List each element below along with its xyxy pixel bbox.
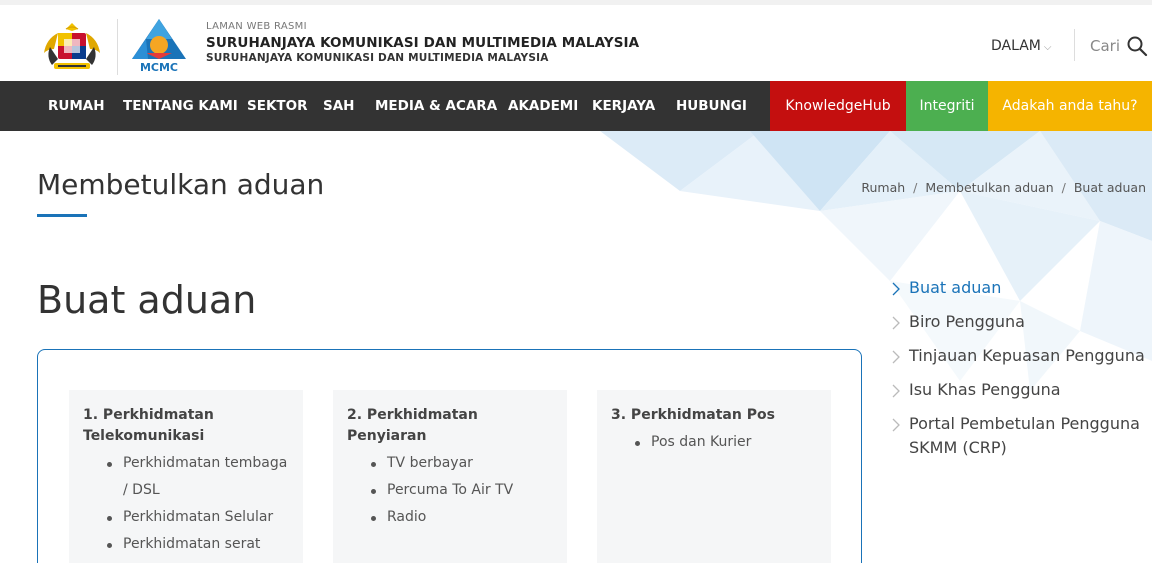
main-nav: RUMAH TENTANG KAMI SEKTOR SAH MEDIA & AC… — [0, 81, 1152, 131]
service-list: Perkhidmatan tembaga / DSL Perkhidmatan … — [83, 450, 289, 558]
side-nav-item-portal-crp[interactable]: Portal Pembetulan Pengguna SKMM (CRP) — [888, 412, 1152, 460]
list-item[interactable]: Pos dan Kurier — [611, 429, 817, 456]
site-header: MCMC LAMAN WEB RASMI SURUHANJAYA KOMUNIK… — [0, 0, 1152, 81]
services-card: 1. Perkhidmatan Telekomunikasi Perkhidma… — [37, 349, 862, 563]
nav-item-rumah[interactable]: RUMAH — [48, 81, 105, 131]
service-title: 2. Perkhidmatan Penyiaran — [347, 407, 478, 444]
list-item[interactable]: Perkhidmatan tembaga / DSL — [83, 450, 289, 504]
list-item[interactable]: Perkhidmatan Selular — [83, 504, 289, 531]
breadcrumb: Rumah / Membetulkan aduan / Buat aduan — [861, 180, 1146, 195]
service-column-telekomunikasi: 1. Perkhidmatan Telekomunikasi Perkhidma… — [69, 390, 303, 563]
language-label: DALAM — [991, 38, 1041, 54]
mcmc-logo[interactable]: MCMC — [126, 17, 192, 73]
breadcrumb-separator: / — [913, 180, 918, 195]
side-nav-label: Biro Pengguna — [909, 312, 1025, 331]
mcmc-logo-text: MCMC — [140, 61, 178, 73]
breadcrumb-current: Buat aduan — [1073, 180, 1146, 195]
nav-item-kerjaya[interactable]: KERJAYA — [592, 81, 655, 131]
side-nav-label: Buat aduan — [909, 278, 1002, 297]
malaysia-crest-icon[interactable] — [36, 19, 108, 75]
list-item[interactable]: TV berbayar — [347, 450, 553, 477]
side-nav-item-tinjauan-kepuasan-pengguna[interactable]: Tinjauan Kepuasan Pengguna — [888, 344, 1152, 368]
chevron-right-icon — [892, 350, 900, 364]
nav-item-sektor[interactable]: SEKTOR — [247, 81, 308, 131]
header-divider — [117, 19, 118, 75]
section-title: Buat aduan — [37, 278, 257, 322]
breadcrumb-separator: / — [1061, 180, 1066, 195]
service-list: TV berbayar Percuma To Air TV Radio — [347, 450, 553, 531]
nav-adakah-anda-tahu-button[interactable]: Adakah anda tahu? — [988, 81, 1152, 131]
nav-item-media-acara[interactable]: MEDIA & ACARA — [375, 81, 497, 131]
side-nav-label: Isu Khas Pengguna — [909, 380, 1061, 399]
service-column-pos: 3. Perkhidmatan Pos Pos dan Kurier — [597, 390, 831, 563]
nav-item-sah[interactable]: SAH — [323, 81, 354, 131]
page-title: Membetulkan aduan — [37, 168, 325, 201]
side-nav-label: Portal Pembetulan Pengguna SKMM (CRP) — [909, 414, 1140, 457]
service-list: Pos dan Kurier — [611, 429, 817, 456]
nav-item-akademi[interactable]: AKADEMI — [508, 81, 578, 131]
official-site-label: LAMAN WEB RASMI — [206, 21, 307, 32]
service-column-penyiaran: 2. Perkhidmatan Penyiaran TV berbayar Pe… — [333, 390, 567, 563]
search-label[interactable]: Cari — [1090, 37, 1120, 55]
breadcrumb-link-membetulkan-aduan[interactable]: Membetulkan aduan — [925, 180, 1053, 195]
nav-item-hubungi[interactable]: HUBUNGI — [676, 81, 747, 131]
language-selector[interactable]: DALAM ⌵ — [991, 38, 1051, 54]
chevron-right-icon — [892, 384, 900, 398]
side-nav-item-isu-khas-pengguna[interactable]: Isu Khas Pengguna — [888, 378, 1152, 402]
side-nav-item-biro-pengguna[interactable]: Biro Pengguna — [888, 310, 1152, 334]
chevron-right-icon — [892, 316, 900, 330]
chevron-down-icon: ⌵ — [1043, 42, 1052, 53]
list-item[interactable]: Perkhidmatan serat — [83, 531, 289, 558]
chevron-right-icon — [892, 418, 900, 432]
side-nav: Buat aduan Biro Pengguna Tinjauan Kepuas… — [888, 276, 1152, 470]
nav-knowledgehub-button[interactable]: KnowledgeHub — [770, 81, 906, 131]
list-item[interactable]: Radio — [347, 504, 553, 531]
service-title: 1. Perkhidmatan Telekomunikasi — [83, 407, 214, 444]
org-name-sub: SURUHANJAYA KOMUNIKASI DAN MULTIMEDIA MA… — [206, 52, 549, 64]
service-title: 3. Perkhidmatan Pos — [611, 407, 775, 423]
title-underline — [37, 214, 87, 217]
nav-integriti-button[interactable]: Integriti — [906, 81, 988, 131]
org-name[interactable]: SURUHANJAYA KOMUNIKASI DAN MULTIMEDIA MA… — [206, 35, 639, 51]
side-nav-label: Tinjauan Kepuasan Pengguna — [909, 346, 1145, 365]
nav-item-tentang-kami[interactable]: TENTANG KAMI — [123, 81, 238, 131]
header-separator — [1074, 29, 1075, 61]
breadcrumb-link-rumah[interactable]: Rumah — [861, 180, 905, 195]
side-nav-item-buat-aduan[interactable]: Buat aduan — [888, 276, 1152, 300]
list-item[interactable]: Percuma To Air TV — [347, 477, 553, 504]
chevron-right-icon — [892, 282, 900, 296]
search-icon[interactable] — [1126, 35, 1148, 57]
